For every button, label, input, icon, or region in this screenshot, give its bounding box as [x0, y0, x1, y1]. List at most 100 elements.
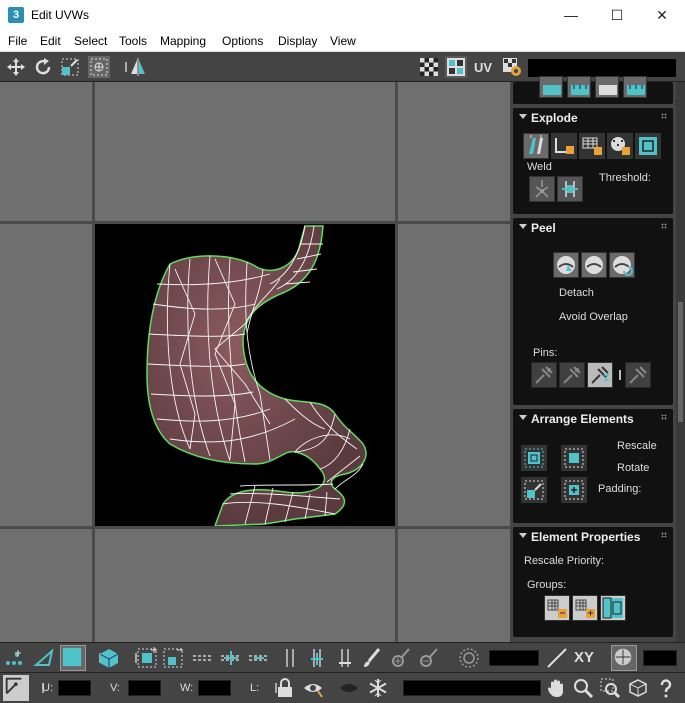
weld-target-icon[interactable] — [557, 176, 583, 202]
collapse-arrow-icon[interactable] — [519, 533, 527, 538]
pack-together-icon[interactable] — [521, 477, 547, 503]
uv-texture-tile[interactable] — [95, 224, 395, 526]
pin-icon[interactable] — [531, 362, 557, 388]
scale-icon[interactable] — [59, 56, 81, 78]
freeze-icon[interactable] — [367, 677, 389, 699]
menu-view[interactable]: View — [330, 34, 356, 48]
flatten-by-smoothing-icon[interactable] — [607, 133, 633, 159]
group-selected-icon[interactable] — [544, 595, 570, 621]
peel-mode-icon[interactable] — [581, 252, 607, 278]
collapse-arrow-icon[interactable] — [519, 224, 527, 229]
offset-field[interactable] — [643, 650, 677, 666]
menu-file[interactable]: File — [8, 34, 27, 48]
w-field[interactable] — [198, 680, 231, 696]
ungroup-selected-icon[interactable] — [572, 595, 598, 621]
rollout-title[interactable]: Peel — [531, 221, 556, 235]
edge-select-icon[interactable] — [33, 647, 55, 669]
loop-grow-icon[interactable] — [220, 647, 242, 669]
detach-edge-icon[interactable] — [551, 133, 577, 159]
zoom-icon[interactable] — [572, 677, 594, 699]
loop-select-icon[interactable] — [192, 647, 214, 669]
break-icon[interactable] — [523, 133, 549, 159]
paint-select-icon[interactable] — [361, 647, 383, 669]
loop-shrink-icon[interactable] — [248, 647, 270, 669]
pack-custom-icon[interactable] — [521, 445, 547, 471]
soft-selection-field[interactable] — [489, 650, 539, 666]
close-button[interactable]: ✕ — [639, 0, 685, 30]
drag-grip-icon[interactable] — [661, 414, 667, 420]
collapse-arrow-icon[interactable] — [519, 415, 527, 420]
pack-recursive-icon[interactable] — [561, 477, 587, 503]
freeform-icon[interactable] — [88, 56, 110, 78]
polygon-select-icon[interactable] — [60, 645, 86, 671]
selection-set-field[interactable] — [403, 680, 541, 696]
unpin-icon[interactable] — [559, 362, 585, 388]
rotate-label[interactable]: Rotate — [617, 462, 649, 474]
paint-grow-icon[interactable] — [390, 647, 412, 669]
stitch-source-icon[interactable] — [623, 76, 647, 98]
maximize-button[interactable]: ☐ — [594, 0, 640, 30]
menu-display[interactable]: Display — [278, 34, 317, 48]
rotate-icon[interactable] — [32, 56, 54, 78]
stitch-target-icon[interactable] — [567, 76, 591, 98]
stitch-icon[interactable] — [539, 76, 563, 98]
menu-tools[interactable]: Tools — [119, 34, 147, 48]
select-pins-icon[interactable] — [625, 362, 651, 388]
uv-mesh[interactable] — [95, 224, 395, 526]
hide-unhide-icon[interactable] — [302, 677, 324, 699]
flatten-by-material-icon[interactable] — [635, 133, 661, 159]
scrollbar-thumb[interactable] — [678, 302, 683, 422]
paint-shrink-icon[interactable] — [418, 647, 440, 669]
toolbar-dropdown[interactable] — [528, 59, 676, 77]
shrink-selection-icon[interactable] — [162, 647, 184, 669]
coordinate-system-icon[interactable] — [3, 675, 29, 701]
drag-grip-icon[interactable] — [661, 223, 667, 229]
zoom-extents-icon[interactable] — [627, 677, 649, 699]
rollout-title[interactable]: Explode — [531, 111, 578, 125]
auto-pin-icon[interactable] — [587, 362, 613, 388]
ring-select-icon[interactable] — [279, 647, 301, 669]
soft-selection-icon[interactable] — [458, 647, 480, 669]
line-icon[interactable] — [546, 647, 568, 669]
menu-select[interactable]: Select — [74, 34, 107, 48]
minimize-button[interactable]: — — [548, 0, 594, 30]
help-icon[interactable] — [655, 677, 677, 699]
reset-peel-icon[interactable] — [609, 252, 635, 278]
menu-mapping[interactable]: Mapping — [160, 34, 206, 48]
rollout-title[interactable]: Element Properties — [531, 530, 640, 544]
grow-selection-icon[interactable] — [136, 647, 158, 669]
rollout-title[interactable]: Arrange Elements — [531, 412, 634, 426]
texture-map-icon[interactable] — [445, 56, 467, 78]
select-group-icon[interactable] — [600, 595, 626, 621]
u-field[interactable] — [58, 680, 91, 696]
pack-normalize-icon[interactable] — [561, 445, 587, 471]
xy-label[interactable]: XY — [574, 649, 594, 666]
uv-viewport[interactable] — [0, 82, 510, 642]
move-icon[interactable] — [5, 56, 27, 78]
checker-pattern-icon[interactable] — [418, 56, 440, 78]
weld-selected-icon[interactable] — [529, 176, 555, 202]
rescale-label[interactable]: Rescale — [617, 440, 657, 452]
quick-peel-icon[interactable] — [553, 252, 579, 278]
collapse-arrow-icon[interactable] — [519, 114, 527, 119]
detach-label[interactable]: Detach — [559, 287, 594, 299]
lock-icon[interactable] — [274, 677, 296, 699]
drag-grip-icon[interactable] — [661, 532, 667, 538]
v-field[interactable] — [128, 680, 161, 696]
ring-shrink-icon[interactable] — [334, 647, 356, 669]
panel-scrollbar[interactable] — [676, 82, 685, 642]
zoom-region-icon[interactable] — [599, 677, 621, 699]
mirror-icon[interactable] — [127, 56, 149, 78]
drag-grip-icon[interactable] — [661, 113, 667, 119]
element-select-icon[interactable] — [98, 647, 120, 669]
menu-options[interactable]: Options — [222, 34, 263, 48]
avoid-overlap-label[interactable]: Avoid Overlap — [559, 311, 628, 323]
flatten-by-polygon-icon[interactable] — [579, 133, 605, 159]
stitch-average-icon[interactable] — [595, 76, 619, 98]
absolute-mode-icon[interactable] — [611, 645, 637, 671]
ring-grow-icon[interactable] — [306, 647, 328, 669]
vertex-select-icon[interactable] — [3, 647, 25, 669]
map-settings-icon[interactable] — [501, 56, 523, 78]
menu-edit[interactable]: Edit — [40, 34, 61, 48]
hide-icon[interactable] — [338, 677, 360, 699]
